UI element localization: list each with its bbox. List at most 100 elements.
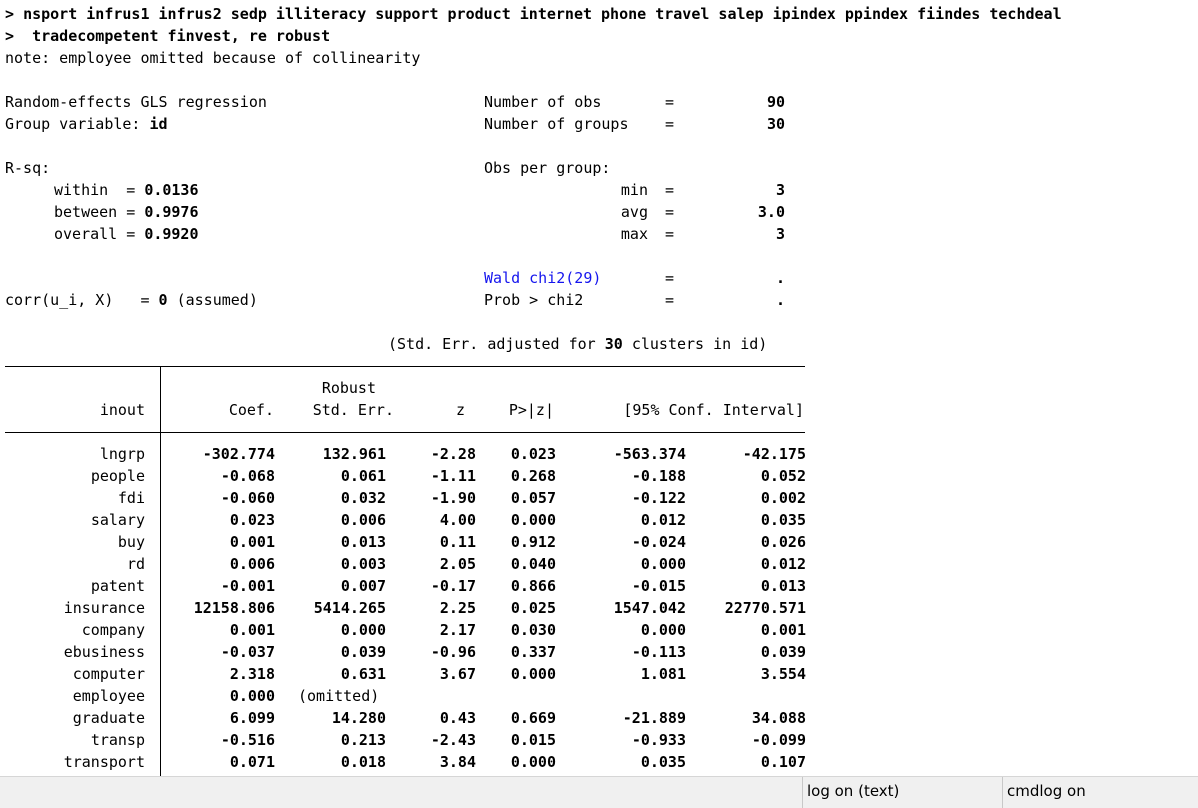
equals-sign: = (126, 203, 136, 221)
variable-name: transp (90, 731, 145, 749)
rsq-within-value: 0.0136 (144, 181, 199, 199)
cell-coef: -0.068 (220, 467, 275, 485)
cell-z: 2.05 (439, 555, 476, 573)
command-line-2: > tradecompetent finvest, re robust (5, 25, 330, 47)
equals-sign: = (665, 115, 675, 133)
depvar-header: inout (99, 401, 145, 419)
se-header: Std. Err. (312, 401, 394, 419)
results-window: > nsport infrus1 infrus2 sedp illiteracy… (0, 0, 1180, 776)
cmdlog-status[interactable]: cmdlog on (1002, 777, 1198, 808)
cell-coef: -302.774 (202, 445, 275, 463)
variable-name: insurance (63, 599, 145, 617)
cell-z: -2.28 (430, 445, 476, 463)
cell-hi: 0.012 (760, 555, 806, 573)
se-note-pre: (Std. Err. adjusted for (388, 335, 596, 353)
cell-coef: 6.099 (229, 709, 275, 727)
cell-se: 132.961 (322, 445, 386, 463)
cell-coef: 2.318 (229, 665, 275, 683)
variable-name: company (81, 621, 145, 639)
ngroups-label: Number of groups (484, 115, 629, 133)
collinearity-note: note: employee omitted because of collin… (5, 49, 421, 67)
cell-z (400, 685, 476, 707)
variable-name: salary (90, 511, 145, 529)
cell-p: 0.337 (510, 643, 556, 661)
variable-name: rd (126, 555, 145, 573)
cell-lo: 1.081 (640, 665, 686, 683)
equals-sign: = (140, 291, 150, 309)
cell-hi: 0.001 (760, 621, 806, 639)
cell-hi: 0.026 (760, 533, 806, 551)
group-variable-value: id (149, 115, 168, 133)
cell-lo: -0.015 (631, 577, 686, 595)
corr-value: 0 (158, 291, 168, 309)
cell-lo: 0.000 (640, 555, 686, 573)
command-line-1: > nsport infrus1 infrus2 sedp illiteracy… (5, 3, 1062, 25)
cell-hi: 0.052 (760, 467, 806, 485)
cell-z: 3.84 (439, 753, 476, 771)
cell-z: 2.25 (439, 599, 476, 617)
cell-hi: -0.099 (751, 731, 806, 749)
equals-sign: = (665, 291, 675, 309)
rsq-between-value: 0.9976 (144, 203, 199, 221)
cell-se: 14.280 (331, 709, 386, 727)
cell-coef: 0.071 (229, 753, 275, 771)
se-note-post: clusters in id) (631, 335, 768, 353)
avg-label: avg (620, 203, 648, 221)
variable-name: fdi (117, 489, 145, 507)
cell-lo: 0.000 (640, 621, 686, 639)
cell-coef: -0.037 (220, 643, 275, 661)
rsq-overall: overall = 0.9920 (54, 223, 199, 245)
corr-ui-x: corr(u_i, X) = 0 (assumed) (5, 289, 258, 311)
equals-sign: = (126, 225, 136, 243)
cell-coef: 0.000 (229, 687, 275, 705)
variable-name: employee (72, 687, 145, 705)
command-prompt: > (5, 5, 15, 23)
z-header: z (455, 401, 465, 419)
equals-sign: = (665, 181, 675, 199)
cell-hi (700, 685, 806, 707)
cell-p: 0.057 (510, 489, 556, 507)
cell-hi: 22770.571 (724, 599, 806, 617)
nobs-value: 90 (766, 93, 785, 111)
cell-lo: -21.889 (622, 709, 686, 727)
rsq-between-label: between (54, 203, 118, 221)
min-value: 3 (775, 181, 785, 199)
cell-se: 0.061 (340, 467, 386, 485)
cell-hi: 34.088 (751, 709, 806, 727)
cell-lo: -0.933 (631, 731, 686, 749)
cell-lo: -563.374 (613, 445, 686, 463)
equals-sign: = (665, 203, 675, 221)
cell-p: 0.015 (510, 731, 556, 749)
cell-lo: -0.188 (631, 467, 686, 485)
variable-name: graduate (72, 709, 145, 727)
cell-lo: -0.113 (631, 643, 686, 661)
cell-z: -2.43 (430, 731, 476, 749)
cell-lo: -0.024 (631, 533, 686, 551)
cell-z: 2.17 (439, 621, 476, 639)
cell-se: 0.013 (340, 533, 386, 551)
cell-lo: 1547.042 (613, 599, 686, 617)
cell-p: 0.866 (510, 577, 556, 595)
cell-se: 0.039 (340, 643, 386, 661)
equals-sign: = (665, 269, 675, 287)
cell-lo (580, 685, 686, 707)
rsq-within: within = 0.0136 (54, 179, 199, 201)
rsq-overall-value: 0.9920 (144, 225, 199, 243)
table-top-rule (5, 366, 805, 367)
min-label: min (620, 181, 648, 199)
variable-name: people (90, 467, 145, 485)
se-adjustment-note: (Std. Err. adjusted for 30 clusters in i… (388, 333, 767, 355)
variable-name: ebusiness (63, 643, 145, 661)
table-column-divider (160, 366, 161, 776)
cell-z: -1.11 (430, 467, 476, 485)
command-prompt: > (5, 27, 15, 45)
cell-coef: -0.060 (220, 489, 275, 507)
rsq-label: R-sq: (5, 159, 51, 177)
cell-coef: -0.516 (220, 731, 275, 749)
cell-p: 0.268 (510, 467, 556, 485)
log-status[interactable]: log on (text) (802, 777, 1002, 808)
cell-hi: 3.554 (760, 665, 806, 683)
group-variable: Group variable: id (5, 113, 168, 135)
cell-coef: 0.001 (229, 533, 275, 551)
variable-name: computer (72, 665, 145, 683)
